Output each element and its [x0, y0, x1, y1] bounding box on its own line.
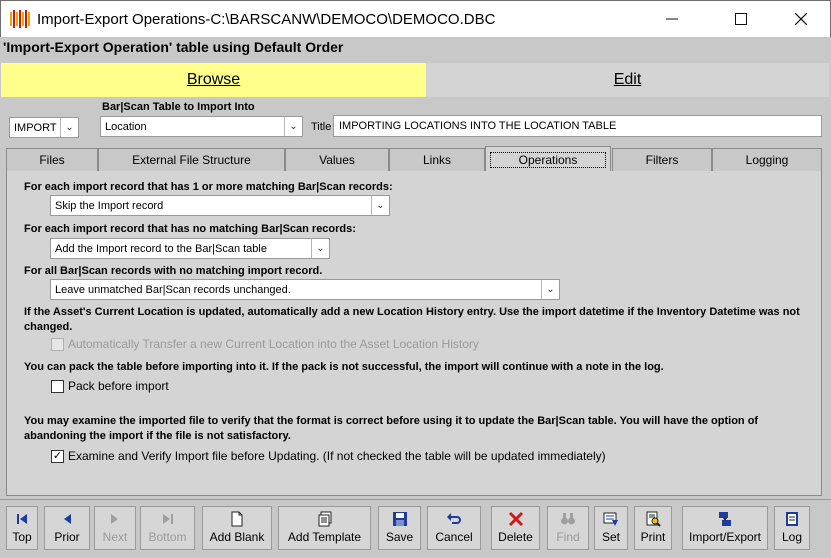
bottom-button[interactable]: Bottom	[140, 506, 195, 550]
examine-verify-label: Examine and Verify Import file before Up…	[68, 449, 606, 463]
matching-records-label: For each import record that has 1 or mor…	[24, 181, 393, 193]
filter-set-icon	[603, 512, 618, 526]
chevron-down-icon[interactable]: ⌄	[371, 196, 389, 215]
checkbox-box	[51, 379, 64, 393]
table-select[interactable]: Location ⌄	[100, 116, 303, 137]
verify-description: You may examine the imported file to ver…	[24, 415, 759, 442]
no-matching-records-label: For each import record that has no match…	[24, 223, 356, 235]
chevron-down-icon[interactable]: ⌄	[284, 117, 302, 136]
tab-values[interactable]: Values	[285, 148, 389, 171]
matching-records-value: Skip the Import record	[55, 199, 164, 212]
cancel-button[interactable]: Cancel	[427, 506, 481, 550]
detail-tabs: Files External File Structure Values Lin…	[6, 146, 822, 172]
maximize-button[interactable]	[718, 1, 764, 37]
delete-button[interactable]: Delete	[491, 506, 540, 550]
tab-edit[interactable]: Edit	[426, 63, 829, 97]
title-bar: Import-Export Operations-C:\BARSCANW\DEM…	[0, 0, 831, 37]
examine-verify-checkbox[interactable]: ✓ Examine and Verify Import file before …	[51, 449, 606, 463]
tab-filters[interactable]: Filters	[612, 148, 712, 171]
tab-browse[interactable]: Browse	[1, 63, 426, 97]
table-select-value: Location	[105, 120, 147, 133]
first-record-icon	[17, 514, 27, 524]
binoculars-icon	[561, 513, 575, 525]
tab-operations[interactable]: Operations	[485, 146, 611, 172]
matching-records-select[interactable]: Skip the Import record ⌄	[50, 195, 390, 216]
print-button[interactable]: Print	[634, 506, 672, 550]
chevron-down-icon[interactable]: ⌄	[541, 280, 559, 299]
tab-files[interactable]: Files	[6, 148, 98, 171]
chevron-down-icon[interactable]: ⌄	[311, 239, 329, 258]
title-input[interactable]: IMPORTING LOCATIONS INTO THE LOCATION TA…	[333, 115, 822, 137]
pack-before-import-label: Pack before import	[68, 379, 169, 393]
log-book-icon	[786, 512, 798, 526]
next-button[interactable]: Next	[94, 506, 136, 550]
add-template-button[interactable]: Add Template	[278, 506, 371, 550]
last-record-icon	[162, 514, 173, 524]
log-button[interactable]: Log	[774, 506, 810, 550]
add-blank-button[interactable]: Add Blank	[202, 506, 272, 550]
tab-external-file-structure[interactable]: External File Structure	[98, 148, 285, 171]
floppy-disk-icon	[392, 512, 407, 526]
mode-select[interactable]: IMPORT ⌄	[9, 117, 79, 138]
save-button[interactable]: Save	[378, 506, 421, 550]
top-button[interactable]: Top	[6, 506, 38, 550]
undo-icon	[447, 513, 461, 524]
import-export-icon	[719, 512, 731, 526]
bottom-toolbar: Top Prior Next Bottom Add Blank Add Temp…	[0, 499, 831, 558]
tab-links[interactable]: Links	[389, 148, 485, 171]
minimize-icon	[666, 18, 678, 20]
prior-record-icon	[64, 514, 71, 524]
close-icon	[795, 13, 807, 25]
minimize-button[interactable]	[649, 1, 695, 37]
barscan-logo-icon	[10, 10, 30, 28]
auto-transfer-location-label: Automatically Transfer a new Current Loc…	[68, 337, 479, 351]
title-label: Title	[311, 121, 332, 133]
close-button[interactable]	[778, 1, 824, 37]
pack-description: You can pack the table before importing …	[24, 361, 664, 373]
next-record-icon	[111, 514, 118, 524]
delete-x-icon	[508, 511, 523, 527]
prior-button[interactable]: Prior	[44, 506, 90, 550]
blank-page-icon	[231, 511, 243, 527]
checkbox-box	[51, 337, 64, 351]
unmatched-records-select[interactable]: Leave unmatched Bar|Scan records unchang…	[50, 279, 560, 300]
import-export-button[interactable]: Import/Export	[682, 506, 768, 550]
set-button[interactable]: Set	[594, 506, 628, 550]
table-order-header: 'Import-Export Operation' table using De…	[3, 39, 344, 55]
location-history-description: If the Asset's Current Location is updat…	[24, 306, 800, 333]
tab-logging[interactable]: Logging	[712, 148, 822, 171]
template-page-icon	[318, 511, 331, 527]
table-label: Bar|Scan Table to Import Into	[102, 101, 255, 113]
unmatched-records-label: For all Bar|Scan records with no matchin…	[24, 265, 323, 277]
unmatched-records-value: Leave unmatched Bar|Scan records unchang…	[55, 283, 291, 296]
operations-panel: For each import record that has 1 or mor…	[6, 171, 822, 496]
no-matching-records-select[interactable]: Add the Import record to the Bar|Scan ta…	[50, 238, 330, 259]
auto-transfer-location-checkbox[interactable]: Automatically Transfer a new Current Loc…	[51, 337, 479, 351]
window-title: Import-Export Operations-C:\BARSCANW\DEM…	[37, 11, 496, 28]
checkmark-icon: ✓	[51, 449, 64, 463]
print-preview-icon	[646, 511, 661, 527]
chevron-down-icon[interactable]: ⌄	[60, 118, 78, 137]
find-button[interactable]: Find	[547, 506, 589, 550]
mode-select-value: IMPORT	[14, 121, 57, 134]
pack-before-import-checkbox[interactable]: Pack before import	[51, 379, 169, 393]
no-matching-records-value: Add the Import record to the Bar|Scan ta…	[55, 242, 267, 255]
maximize-icon	[735, 13, 747, 25]
